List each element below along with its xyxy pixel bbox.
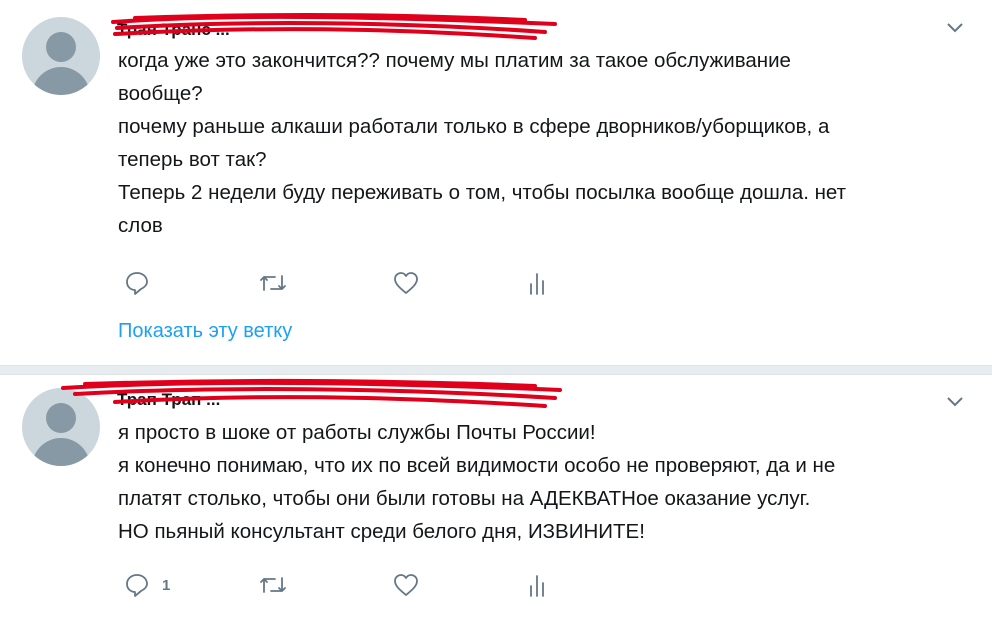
- tweet-line: платят столько, чтобы они были готовы на…: [118, 487, 811, 510]
- analytics-icon: [530, 575, 544, 597]
- tweet-line: почему раньше алкаши работали только в с…: [118, 115, 830, 138]
- retweet-icon: [260, 275, 286, 291]
- reply-icon: [126, 272, 148, 295]
- retweet-button[interactable]: [258, 572, 300, 598]
- heart-icon: [394, 574, 418, 596]
- analytics-button[interactable]: [526, 270, 548, 296]
- tweet-line: я конечно понимаю, что их по всей видимо…: [118, 454, 836, 477]
- tweet-line: теперь вот так?: [118, 148, 267, 171]
- analytics-button[interactable]: [526, 572, 548, 598]
- tweet-line: вообще?: [118, 82, 203, 105]
- heart-icon: [394, 272, 418, 294]
- reply-button[interactable]: 1: [124, 572, 170, 598]
- retweet-icon: [260, 577, 286, 593]
- author-name[interactable]: Трап Трап ...: [117, 390, 220, 410]
- tweet-line: слов: [118, 214, 163, 237]
- reply-count: 1: [162, 576, 171, 594]
- tweet-text: когда уже это закончится?? почему мы пла…: [118, 44, 978, 242]
- avatar[interactable]: [22, 17, 100, 95]
- tweet-line: я просто в шоке от работы службы Почты Р…: [118, 421, 596, 444]
- retweet-button[interactable]: [258, 270, 300, 296]
- analytics-icon: [530, 273, 544, 295]
- tweet-line: когда уже это закончится?? почему мы пла…: [118, 49, 791, 72]
- chevron-down-icon[interactable]: [946, 22, 964, 34]
- chevron-down-icon[interactable]: [946, 396, 964, 408]
- author-name[interactable]: Тран Транс ...: [117, 20, 230, 40]
- tweet-text: я просто в шоке от работы службы Почты Р…: [118, 416, 978, 548]
- tweet-line: Теперь 2 недели буду переживать о том, ч…: [118, 181, 847, 204]
- tweet-2[interactable]: Трап Трап ... я просто в шоке от работы …: [0, 366, 992, 624]
- reply-icon: [126, 574, 148, 597]
- like-button[interactable]: [392, 572, 432, 598]
- avatar[interactable]: [22, 388, 100, 466]
- tweet-1[interactable]: Тран Транс ... когда уже это закончится?…: [0, 0, 992, 366]
- like-button[interactable]: [392, 270, 432, 296]
- show-thread-link[interactable]: Показать эту ветку: [118, 320, 292, 343]
- tweet-line: НО пьяный консультант среди белого дня, …: [118, 520, 645, 543]
- reply-button[interactable]: [124, 270, 162, 296]
